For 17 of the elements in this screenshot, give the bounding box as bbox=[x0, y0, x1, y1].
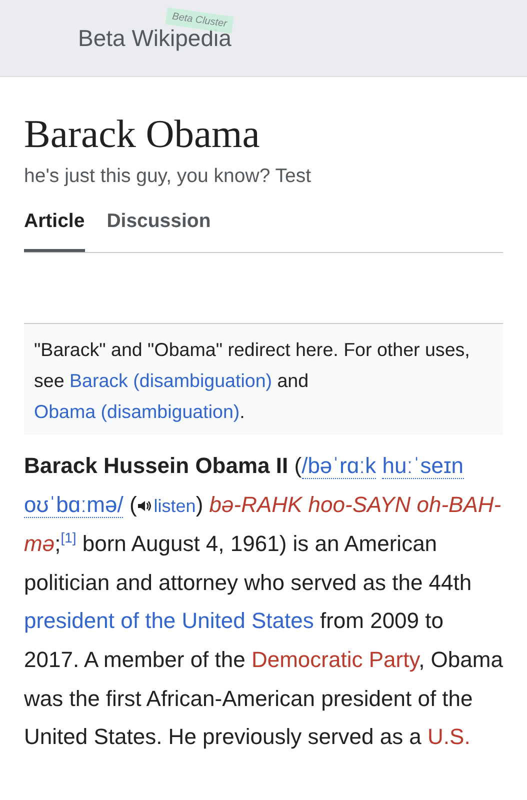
pronunciation-link[interactable]: oʊˈbɑːmə/ bbox=[24, 492, 124, 518]
listen-link[interactable]: listen bbox=[154, 496, 196, 516]
hatnote: "Barack" and "Obama" redirect here. For other uses, see Barack (disambiguation) and Obama (disambiguation). bbox=[24, 323, 503, 435]
text-link[interactable]: Democratic Party bbox=[251, 646, 419, 672]
page-tab[interactable]: Discussion bbox=[106, 206, 211, 252]
article-paragraph: Barack Hussein Obama II (/bəˈrɑːk huːˈseɪn oʊˈbɑːmə/ ( listen) bə-RAHK hoo-SAYN oh-BAH-mə;$^{[1]}$ born August 4, 1961) is an American politician and attorney who served as the 44th president of the United States from 2009 to 2017. A member of the Democratic Party, Obama was the first African-American president of the United States. He previously served as a U.S. bbox=[24, 452, 503, 752]
reference-link[interactable]: [1] bbox=[60, 530, 76, 546]
page-title: Barack Obama bbox=[24, 111, 261, 157]
page-tagline: he's just this guy, you know? Test bbox=[24, 165, 312, 188]
page-tab[interactable]: Article bbox=[24, 206, 85, 252]
text-link[interactable]: Obama (disambiguation) bbox=[34, 401, 240, 422]
text-link[interactable]: president of the United States bbox=[24, 608, 314, 634]
text-link[interactable]: U.S. bbox=[428, 724, 470, 750]
text-link[interactable]: Barack (disambiguation) bbox=[70, 370, 272, 391]
speaker-icon bbox=[136, 498, 151, 513]
pronunciation-link[interactable]: /bəˈrɑːk bbox=[302, 453, 376, 479]
pronunciation-link[interactable]: huːˈseɪn bbox=[382, 453, 464, 479]
